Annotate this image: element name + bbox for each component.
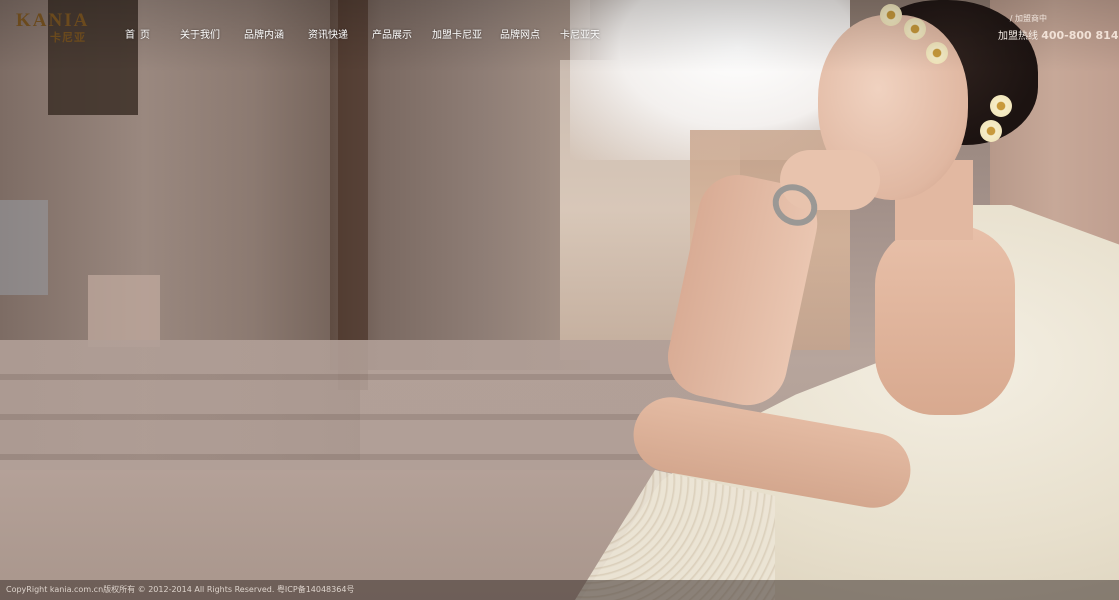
hotline-label: 加盟热线 [998,31,1038,42]
logo-chinese: 卡尼亚 [50,31,86,44]
hero-banner [0,0,1119,600]
hotline-number: 400-800 8141 [1041,29,1119,42]
main-nav: 首页 关于我们 品牌内涵 资讯快递 产品展示 加盟卡尼亚 品牌网点 卡尼亚天 [110,26,620,42]
hotline: 加盟热线 400-800 8141 [998,27,1119,42]
nav-item-home[interactable]: 首页 [110,26,180,42]
franchisee-link[interactable]: / 加盟商中 [1010,13,1047,24]
top-shade [0,0,1119,600]
nav-item-brand[interactable]: 品牌内涵 [244,26,308,42]
copyright-text: CopyRight kania.com.cn版权所有 © 2012-2014 A… [6,585,355,594]
nav-item-news[interactable]: 资讯快递 [308,26,372,42]
nav-item-about[interactable]: 关于我们 [180,26,244,42]
brand-logo[interactable]: KANIA 卡尼亚 [16,10,94,44]
nav-item-products[interactable]: 产品展示 [372,26,432,42]
nav-item-stores[interactable]: 品牌网点 [500,26,560,42]
nav-item-franchise[interactable]: 加盟卡尼亚 [432,26,500,42]
nav-item-kania-world[interactable]: 卡尼亚天 [560,26,620,42]
footer-bar: CopyRight kania.com.cn版权所有 © 2012-2014 A… [0,580,1119,600]
